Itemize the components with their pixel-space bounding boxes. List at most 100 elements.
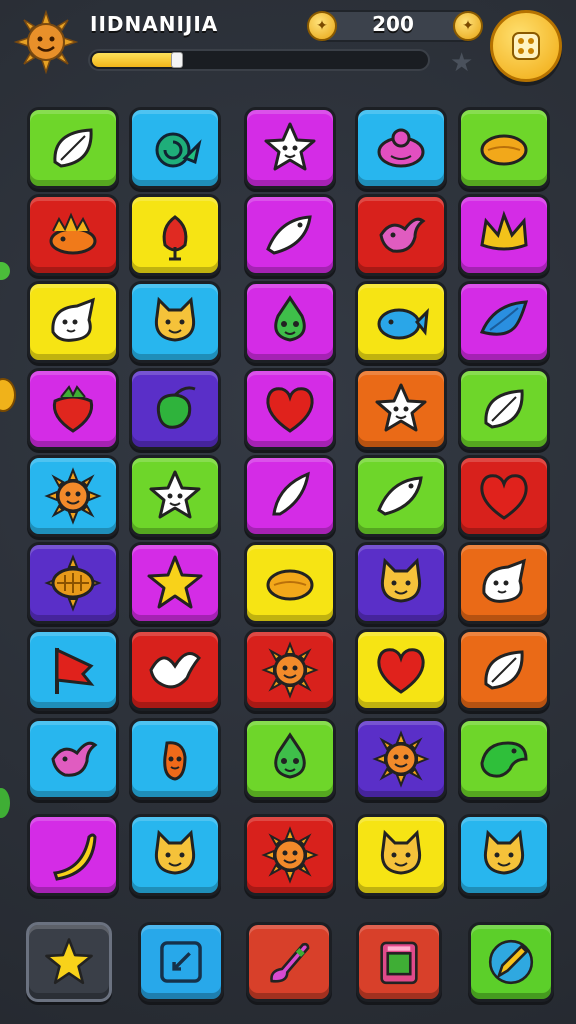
bottom-toolbar xyxy=(0,918,576,1008)
tile-magenta-fish[interactable] xyxy=(244,194,336,276)
edit-icon xyxy=(160,941,202,983)
cat-face-icon xyxy=(154,829,196,875)
tile-purple-cat-face[interactable] xyxy=(355,542,447,624)
star-face-icon xyxy=(149,470,201,519)
ghost-icon xyxy=(51,297,96,342)
tile-yellow-lemon[interactable] xyxy=(244,542,336,624)
tile-yellow-whale[interactable] xyxy=(355,281,447,363)
tile-board xyxy=(0,104,576,904)
sun-face-icon xyxy=(44,467,102,525)
star-tool-button[interactable] xyxy=(26,922,112,1002)
tile-red-sun-face[interactable] xyxy=(244,629,336,711)
menu-icon xyxy=(511,31,541,61)
tile-yellow-cat-face[interactable] xyxy=(355,814,447,896)
leaf-icon xyxy=(484,389,524,429)
tile-cyan-bird[interactable] xyxy=(27,718,119,800)
tile-lime-lemon[interactable] xyxy=(458,107,550,189)
cat-face-icon xyxy=(380,557,422,603)
crown-icon xyxy=(480,210,528,251)
coin-icon: ✦ xyxy=(307,11,337,41)
fish-icon xyxy=(377,476,423,516)
chili-icon xyxy=(162,215,188,261)
tile-magenta-star[interactable] xyxy=(129,542,221,624)
tile-lime-fish[interactable] xyxy=(355,455,447,537)
brush-tool-button[interactable] xyxy=(246,922,332,1002)
banana-icon xyxy=(53,833,97,881)
tile-orange-leaf[interactable] xyxy=(458,629,550,711)
wing-icon xyxy=(479,300,529,336)
tile-magenta-heart[interactable] xyxy=(244,368,336,450)
tile-magenta-feather[interactable] xyxy=(244,455,336,537)
bird-icon xyxy=(51,741,98,777)
tile-lime-leaf[interactable] xyxy=(458,368,550,450)
heart-icon xyxy=(377,648,425,694)
leaf-icon xyxy=(53,128,93,168)
tile-red-bird[interactable] xyxy=(355,194,447,276)
whale-icon xyxy=(377,307,429,340)
xp-progress-fill xyxy=(92,53,179,67)
tile-red-heart[interactable] xyxy=(458,455,550,537)
dino-icon xyxy=(480,741,528,778)
tile-cyan-snail[interactable] xyxy=(129,107,221,189)
box-icon xyxy=(380,941,418,985)
tile-cyan-cat-face[interactable] xyxy=(458,814,550,896)
sun-avatar-icon[interactable] xyxy=(14,10,78,74)
tile-red-dove[interactable] xyxy=(129,629,221,711)
tile-magenta-strawberry[interactable] xyxy=(27,368,119,450)
cat-face-icon xyxy=(380,829,422,875)
menu-button[interactable] xyxy=(490,10,562,82)
tile-lime-star-face[interactable] xyxy=(129,455,221,537)
star-icon xyxy=(147,555,203,609)
strawberry-icon xyxy=(52,385,94,433)
tile-lime-alien[interactable] xyxy=(244,718,336,800)
cat-face-icon xyxy=(483,829,525,875)
dove-icon xyxy=(149,652,202,689)
tile-red-sun-fish[interactable] xyxy=(27,194,119,276)
tile-orange-star-face[interactable] xyxy=(355,368,447,450)
snail-icon xyxy=(155,132,202,168)
shuffle-tool-button[interactable] xyxy=(356,922,442,1002)
tile-magenta-star-face[interactable] xyxy=(244,107,336,189)
alien-icon xyxy=(274,295,306,342)
tile-yellow-heart[interactable] xyxy=(355,629,447,711)
xp-progress-bar xyxy=(88,49,430,71)
lemon-icon xyxy=(480,134,528,166)
tile-lime-dino[interactable] xyxy=(458,718,550,800)
tile-cyan-flag[interactable] xyxy=(27,629,119,711)
tile-cyan-sun-face[interactable] xyxy=(27,455,119,537)
coin-icon: ✦ xyxy=(453,11,483,41)
tile-cyan-cat-face[interactable] xyxy=(129,281,221,363)
tile-lime-leaf[interactable] xyxy=(27,107,119,189)
fish-icon xyxy=(266,215,312,255)
lemon-icon xyxy=(266,569,314,601)
brush-icon xyxy=(270,942,310,983)
feather-icon xyxy=(272,471,310,516)
sun-face-icon xyxy=(261,826,319,884)
alien-icon xyxy=(274,732,306,779)
tile-cyan-pepper[interactable] xyxy=(129,718,221,800)
tile-cyan-cat-face[interactable] xyxy=(129,814,221,896)
pencil-tool-button[interactable] xyxy=(468,922,554,1002)
flag-icon xyxy=(55,647,95,694)
star-face-icon xyxy=(375,383,427,432)
tile-cyan-blob[interactable] xyxy=(355,107,447,189)
tile-yellow-chili[interactable] xyxy=(129,194,221,276)
sun-fish-icon xyxy=(49,212,97,255)
tile-magenta-wing[interactable] xyxy=(458,281,550,363)
edit-tool-button[interactable] xyxy=(138,922,224,1002)
leaf-icon xyxy=(484,650,524,690)
sun-icon xyxy=(44,554,102,612)
tile-magenta-alien[interactable] xyxy=(244,281,336,363)
bird-icon xyxy=(379,217,426,253)
tile-magenta-crown[interactable] xyxy=(458,194,550,276)
tile-magenta-banana[interactable] xyxy=(27,814,119,896)
tile-purple-sun[interactable] xyxy=(27,542,119,624)
star-face-icon xyxy=(264,122,316,171)
tile-orange-ghost[interactable] xyxy=(458,542,550,624)
tile-purple-sprout[interactable] xyxy=(129,368,221,450)
tile-purple-sun-face[interactable] xyxy=(355,718,447,800)
tile-red-sun-face[interactable] xyxy=(244,814,336,896)
heart-icon xyxy=(480,474,528,520)
tile-yellow-ghost[interactable] xyxy=(27,281,119,363)
pepper-icon xyxy=(163,741,187,781)
